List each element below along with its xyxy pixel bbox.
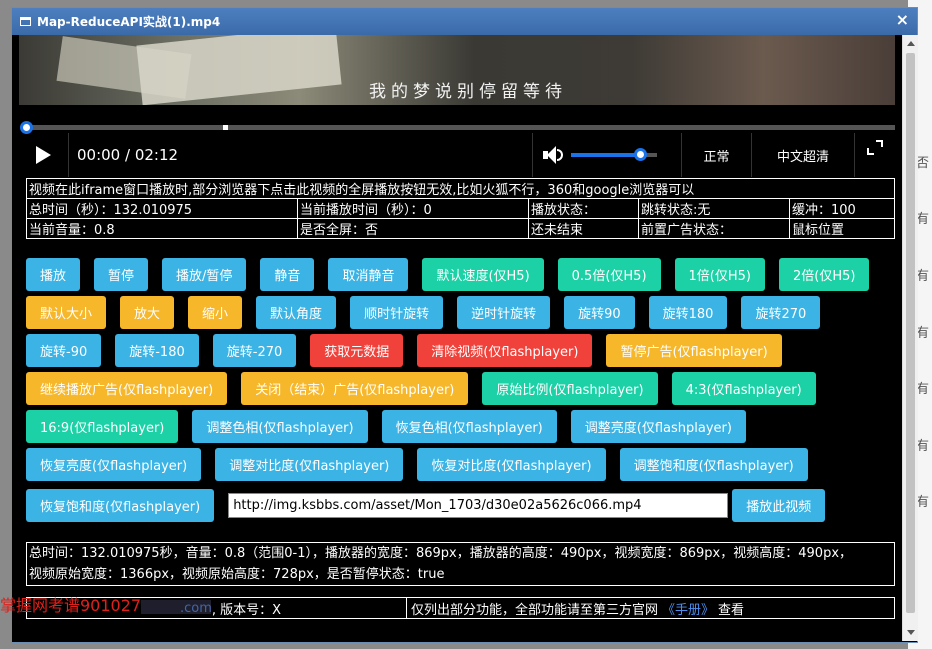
api-button[interactable]: 调整色相(仅flashplayer) xyxy=(192,410,368,443)
play-button[interactable] xyxy=(19,133,69,177)
button-row: 继续播放广告(仅flashplayer) 关闭（结束）广告(仅flashplaye… xyxy=(26,372,895,405)
dialog-content: 我的梦说别停留等待 00:00 / 02:12 正常 中文超清 视频在此ifra… xyxy=(19,35,902,635)
api-button[interactable]: 取消静音 xyxy=(328,258,409,291)
api-button[interactable]: 调整饱和度(仅flashplayer) xyxy=(619,448,808,481)
watermark: 掌握网考谱901027 xyxy=(0,592,212,616)
info-cell: 是否全屏：否 xyxy=(297,218,529,239)
api-button[interactable]: 清除视频(仅flashplayer) xyxy=(417,334,593,367)
stats-line: 总时间：132.010975秒，音量：0.8（范围0-1），播放器的宽度：869… xyxy=(29,546,853,561)
api-button[interactable]: 旋转-180 xyxy=(115,334,199,367)
api-button[interactable]: 调整对比度(仅flashplayer) xyxy=(215,448,404,481)
api-button[interactable]: 默认速度(仅H5) xyxy=(422,258,544,291)
info-cell: 总时间（秒）：132.010975 xyxy=(26,198,298,219)
watermark-text: 掌握网考谱901027 xyxy=(0,596,142,615)
seek-marker xyxy=(223,125,228,130)
close-icon[interactable]: × xyxy=(896,12,909,28)
api-button[interactable]: 旋转270 xyxy=(741,296,821,329)
api-button[interactable]: 调整亮度(仅flashplayer) xyxy=(570,410,746,443)
api-button[interactable]: 1倍(仅H5) xyxy=(674,258,765,291)
video-scene-paper xyxy=(136,35,342,105)
speed-button[interactable]: 正常 xyxy=(682,133,752,177)
info-cell: 当前播放时间（秒）：0 xyxy=(297,198,529,219)
volume-fill xyxy=(571,153,640,157)
video-url-input[interactable] xyxy=(228,493,729,518)
stats-box: 总时间：132.010975秒，音量：0.8（范围0-1），播放器的宽度：869… xyxy=(26,542,895,586)
api-button[interactable]: 关闭（结束）广告(仅flashplayer) xyxy=(241,372,469,405)
info-cell: 还未结束 xyxy=(528,218,639,239)
button-row: 恢复饱和度(仅flashplayer) 播放此视频 xyxy=(26,489,895,522)
api-button[interactable]: 默认大小 xyxy=(26,296,107,329)
player-controls: 00:00 / 02:12 正常 中文超清 xyxy=(19,133,895,177)
manual-link[interactable]: 《手册》 xyxy=(662,599,714,618)
scroll-up-icon[interactable] xyxy=(907,41,915,46)
api-button[interactable]: 恢复亮度(仅flashplayer) xyxy=(26,448,202,481)
button-row: 默认大小 放大 缩小 默认角度 顺时针旋转 逆时针旋转 旋转90 旋转180 旋转270 xyxy=(26,296,895,329)
info-cell: 鼠标位置 xyxy=(789,218,895,239)
video-frame[interactable]: 我的梦说别停留等待 xyxy=(19,35,895,105)
video-subtitle: 我的梦说别停留等待 xyxy=(369,82,567,102)
api-button[interactable]: 继续播放广告(仅flashplayer) xyxy=(26,372,228,405)
seek-bar[interactable] xyxy=(20,121,895,134)
version-label: , 版本号：X xyxy=(211,602,282,618)
api-button[interactable]: 顺时针旋转 xyxy=(350,296,444,329)
info-cell: 前置广告状态： xyxy=(638,218,790,239)
info-cell: 播放状态： xyxy=(528,198,639,219)
volume-control xyxy=(532,133,682,177)
volume-knob[interactable] xyxy=(634,148,647,161)
volume-slider[interactable] xyxy=(571,148,657,161)
button-row: 16:9(仅flashplayer) 调整色相(仅flashplayer) 恢复色相… xyxy=(26,410,895,443)
api-button[interactable]: 旋转-90 xyxy=(26,334,102,367)
note-suffix: 查看 xyxy=(718,602,745,618)
speaker-icon[interactable] xyxy=(543,145,565,165)
api-button[interactable]: 旋转90 xyxy=(564,296,635,329)
stats-line: 视频原始宽度：1366px，视频原始高度：728px，是否暂停状态：true xyxy=(29,567,445,582)
api-button[interactable]: 旋转-270 xyxy=(212,334,297,367)
api-button[interactable]: 恢复色相(仅flashplayer) xyxy=(381,410,557,443)
fullscreen-icon[interactable] xyxy=(855,133,895,177)
restore-saturation-button[interactable]: 恢复饱和度(仅flashplayer) xyxy=(26,489,215,522)
api-button[interactable]: 旋转180 xyxy=(648,296,728,329)
dialog-titlebar[interactable]: Map-ReduceAPI实战(1).mp4 × xyxy=(12,8,917,35)
api-button[interactable]: 获取元数据 xyxy=(310,334,404,367)
api-button[interactable]: 放大 xyxy=(120,296,175,329)
button-row: 恢复亮度(仅flashplayer) 调整对比度(仅flashplayer) 恢复对… xyxy=(26,448,895,481)
note-text: 仅列出部分功能，全部功能请至第三方官网 xyxy=(411,602,659,618)
button-row: 旋转-90 旋转-180 旋转-270 获取元数据 清除视频(仅flashplayer)… xyxy=(26,334,895,367)
api-button[interactable]: 暂停 xyxy=(94,258,149,291)
scroll-down-icon[interactable] xyxy=(907,630,915,635)
info-cell: 当前音量：0.8 xyxy=(26,218,298,239)
window-icon xyxy=(20,17,31,26)
play-url-button[interactable]: 播放此视频 xyxy=(732,489,826,522)
api-button[interactable]: 播放/暂停 xyxy=(162,258,247,291)
api-button[interactable]: 静音 xyxy=(260,258,315,291)
video-dialog: Map-ReduceAPI实战(1).mp4 × 我的梦说别停留等待 00:00… xyxy=(11,7,918,643)
time-display: 00:00 / 02:12 xyxy=(77,146,179,164)
info-cell: 跳转状态:无 xyxy=(638,198,790,219)
scroll-thumb[interactable] xyxy=(906,53,915,613)
info-cell: 缓冲：100 xyxy=(789,198,895,219)
api-button[interactable]: 逆时针旋转 xyxy=(457,296,551,329)
api-button[interactable]: 播放 xyxy=(26,258,81,291)
api-button[interactable]: 16:9(仅flashplayer) xyxy=(26,410,179,443)
api-button[interactable]: 默认角度 xyxy=(256,296,337,329)
play-icon xyxy=(36,146,51,164)
api-button[interactable]: 0.5倍(仅H5) xyxy=(557,258,661,291)
button-row: 播放 暂停 播放/暂停 静音 取消静音 默认速度(仅H5) 0.5倍(仅H5) 1倍(仅H5)… xyxy=(26,258,895,291)
dialog-title: Map-ReduceAPI实战(1).mp4 xyxy=(37,15,221,29)
scrollbar[interactable] xyxy=(902,35,918,641)
info-notice: 视频在此iframe窗口播放时,部分浏览器下点击此视频的全屏播放按钮无效,比如火… xyxy=(26,178,895,199)
api-button[interactable]: 恢复对比度(仅flashplayer) xyxy=(417,448,606,481)
api-button[interactable]: 2倍(仅H5) xyxy=(779,258,870,291)
api-button[interactable]: 4:3(仅flashplayer) xyxy=(671,372,816,405)
note-cell: 仅列出部分功能，全部功能请至第三方官网 《手册》 查看 xyxy=(407,597,895,619)
api-button[interactable]: 缩小 xyxy=(188,296,243,329)
api-button-panel: 播放 暂停 播放/暂停 静音 取消静音 默认速度(仅H5) 0.5倍(仅H5) 1倍(仅H5)… xyxy=(26,258,895,527)
api-button[interactable]: 暂停广告(仅flashplayer) xyxy=(606,334,782,367)
api-button[interactable]: 原始比例(仅flashplayer) xyxy=(482,372,658,405)
quality-button[interactable]: 中文超清 xyxy=(752,133,855,177)
info-table: 视频在此iframe窗口播放时,部分浏览器下点击此视频的全屏播放按钮无效,比如火… xyxy=(26,178,895,239)
